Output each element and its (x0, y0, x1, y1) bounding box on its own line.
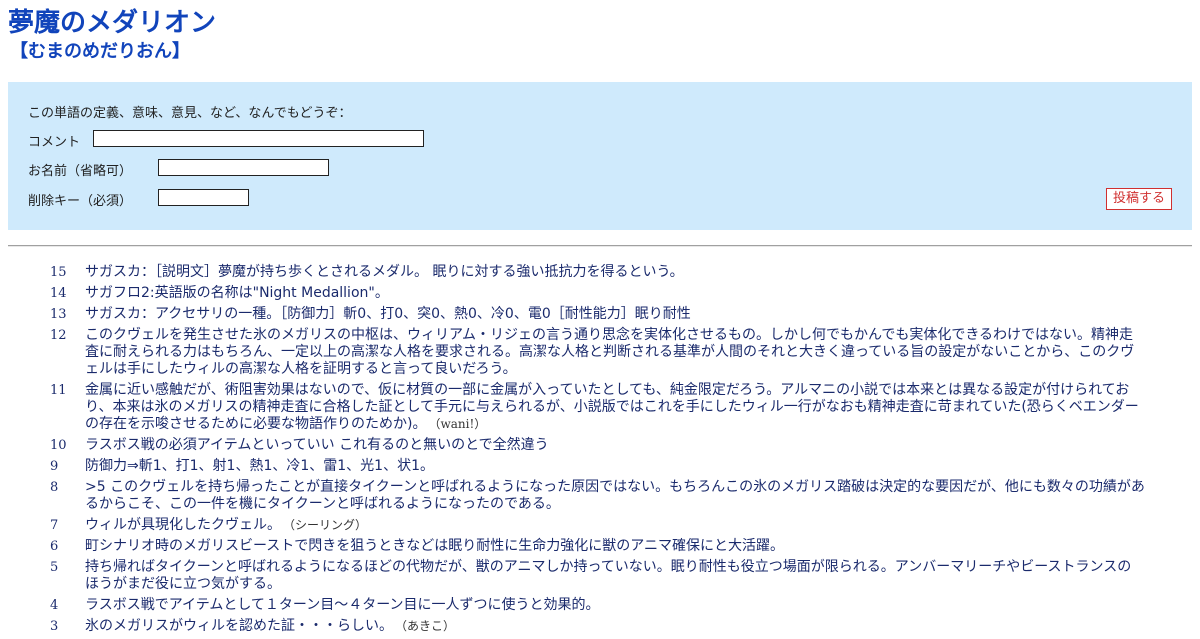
name-row: お名前（省略可） (28, 160, 132, 179)
comment-text: 金属に近い感触だが、術阻害効果はないので、仮に材質の一部に金属が入っていたとして… (85, 382, 1139, 432)
comment-author: （wani!） (434, 417, 487, 431)
comment-text-block: ラスボス戦の必須アイテムといっていい これ有るのと無いのとで全然違う (85, 437, 1145, 454)
comment-number: 6 (50, 539, 59, 554)
comment-number: 11 (50, 383, 67, 398)
comment-number: 7 (50, 518, 59, 533)
comment-text-block: ウィルが具現化したクヴェル。 （シーリング） (85, 517, 1145, 534)
comment-number: 10 (50, 438, 67, 453)
comment-number: 12 (50, 328, 67, 343)
comment-author: （シーリング） (289, 518, 368, 532)
name-input[interactable] (158, 159, 329, 176)
comment-form: この単語の定義、意味、意見、など、なんでもどうぞ： コメント お名前（省略可） … (8, 82, 1192, 230)
comment-item: 13 サガスカ：アクセサリの一種。［防御力］斬0、打0、突0、熱0、冷0、電0［耐… (0, 306, 1200, 323)
comment-item: 14 サガフロ2:英語版の名称は"Night Medallion"。 (0, 285, 1200, 302)
comment-text: >5 このクヴェルを持ち帰ったことが直接タイクーンと呼ばれるようになった原因では… (85, 479, 1145, 512)
comment-item: 10 ラスボス戦の必須アイテムといっていい これ有るのと無いのとで全然違う (0, 437, 1200, 454)
comment-item: 7 ウィルが具現化したクヴェル。 （シーリング） (0, 517, 1200, 534)
comment-item: 9 防御力⇒斬1、打1、射1、熱1、冷1、雷1、光1、状1。 (0, 458, 1200, 475)
comment-text-block: このクヴェルを発生させた氷のメガリスの中枢は、ウィリアム・リジェの言う通り思念を… (85, 327, 1145, 378)
comment-item: 11 金属に近い感触だが、術阻害効果はないので、仮に材質の一部に金属が入っていたと… (0, 382, 1200, 433)
comment-number: 3 (50, 619, 59, 634)
comment-text-block: 防御力⇒斬1、打1、射1、熱1、冷1、雷1、光1、状1。 (85, 458, 1145, 475)
comment-text: 町シナリオ時のメガリスビーストで閃きを狙うときなどは眠り耐性に生命力強化に獣のア… (85, 538, 785, 554)
comment-text: 氷のメガリスがウィルを認めた証・・・らしい。 (85, 618, 393, 634)
comment-number: 13 (50, 307, 67, 322)
comment-text-block: サガスカ：アクセサリの一種。［防御力］斬0、打0、突0、熱0、冷0、電0［耐性能… (85, 306, 1145, 323)
comment-text-block: 金属に近い感触だが、術阻害効果はないので、仮に材質の一部に金属が入っていたとして… (85, 382, 1145, 433)
submit-button[interactable]: 投稿する (1106, 188, 1173, 210)
comment-row: コメント (28, 131, 80, 150)
comment-list: 15 サガスカ：［説明文］夢魔が持ち歩くとされるメダル。 眠りに対する強い抵抗力を… (0, 264, 1200, 639)
comment-text-block: サガフロ2:英語版の名称は"Night Medallion"。 (85, 285, 1145, 302)
comment-text-block: 氷のメガリスがウィルを認めた証・・・らしい。 （あきこ） (85, 618, 1145, 635)
comment-text: サガスカ：アクセサリの一種。［防御力］斬0、打0、突0、熱0、冷0、電0［耐性能… (85, 306, 691, 322)
comment-number: 4 (50, 598, 59, 613)
comment-text: このクヴェルを発生させた氷のメガリスの中枢は、ウィリアム・リジェの言う通り思念を… (85, 327, 1135, 377)
page-reading: 【むまのめだりおん】 (10, 41, 190, 62)
form-prompt: この単語の定義、意味、意見、など、なんでもどうぞ： (28, 106, 352, 121)
comment-text-block: >5 このクヴェルを持ち帰ったことが直接タイクーンと呼ばれるようになった原因では… (85, 479, 1145, 513)
comment-text-block: 持ち帰ればタイクーンと呼ばれるようになるほどの代物だが、獣のアニマしか持っていな… (85, 559, 1145, 593)
comment-text: サガフロ2:英語版の名称は"Night Medallion"。 (85, 285, 389, 301)
comment-number: 8 (50, 480, 59, 495)
comment-text: ラスボス戦でアイテムとして１ターン目～４ターン目に一人ずつに使うと効果的。 (85, 597, 600, 613)
delete-key-row: 削除キー（必須） (28, 190, 132, 209)
comment-item: 12 このクヴェルを発生させた氷のメガリスの中枢は、ウィリアム・リジェの言う通り思… (0, 327, 1200, 378)
comment-text-block: ラスボス戦でアイテムとして１ターン目～４ターン目に一人ずつに使うと効果的。 (85, 597, 1145, 614)
comment-item: 15 サガスカ：［説明文］夢魔が持ち歩くとされるメダル。 眠りに対する強い抵抗力を… (0, 264, 1200, 281)
comment-number: 14 (50, 286, 67, 301)
comment-text: サガスカ：［説明文］夢魔が持ち歩くとされるメダル。 眠りに対する強い抵抗力を得る… (85, 264, 684, 280)
comment-text-block: サガスカ：［説明文］夢魔が持ち歩くとされるメダル。 眠りに対する強い抵抗力を得る… (85, 264, 1145, 281)
comment-number: 5 (50, 560, 59, 575)
comment-item: 4 ラスボス戦でアイテムとして１ターン目～４ターン目に一人ずつに使うと効果的。 (0, 597, 1200, 614)
comment-item: 5 持ち帰ればタイクーンと呼ばれるようになるほどの代物だが、獣のアニマしか持ってい… (0, 559, 1200, 593)
comment-input[interactable] (93, 130, 424, 147)
comment-author: （あきこ） (401, 619, 456, 633)
delete-key-label: 削除キー（必須） (28, 194, 133, 209)
comment-text: 防御力⇒斬1、打1、射1、熱1、冷1、雷1、光1、状1。 (85, 458, 434, 474)
comment-text: 持ち帰ればタイクーンと呼ばれるようになるほどの代物だが、獣のアニマしか持っていな… (85, 559, 1132, 592)
divider (8, 245, 1192, 247)
comment-item: 8 >5 このクヴェルを持ち帰ったことが直接タイクーンと呼ばれるようになった原因で… (0, 479, 1200, 513)
comment-item: 6 町シナリオ時のメガリスビーストで閃きを狙うときなどは眠り耐性に生命力強化に獣の… (0, 538, 1200, 555)
comment-text-block: 町シナリオ時のメガリスビーストで閃きを狙うときなどは眠り耐性に生命力強化に獣のア… (85, 538, 1145, 555)
name-label: お名前（省略可） (28, 164, 133, 179)
comment-number: 9 (50, 459, 59, 474)
comment-item: 3 氷のメガリスがウィルを認めた証・・・らしい。 （あきこ） (0, 618, 1200, 635)
page-title: 夢魔のメダリオン (8, 8, 217, 38)
page-header: 夢魔のメダリオン 【むまのめだりおん】 (8, 6, 216, 64)
comment-label: コメント (28, 135, 81, 150)
comment-text: ラスボス戦の必須アイテムといっていい これ有るのと無いのとで全然違う (85, 437, 549, 453)
comment-number: 15 (50, 265, 67, 280)
delete-key-input[interactable] (158, 189, 249, 206)
comment-text: ウィルが具現化したクヴェル。 (85, 517, 281, 533)
